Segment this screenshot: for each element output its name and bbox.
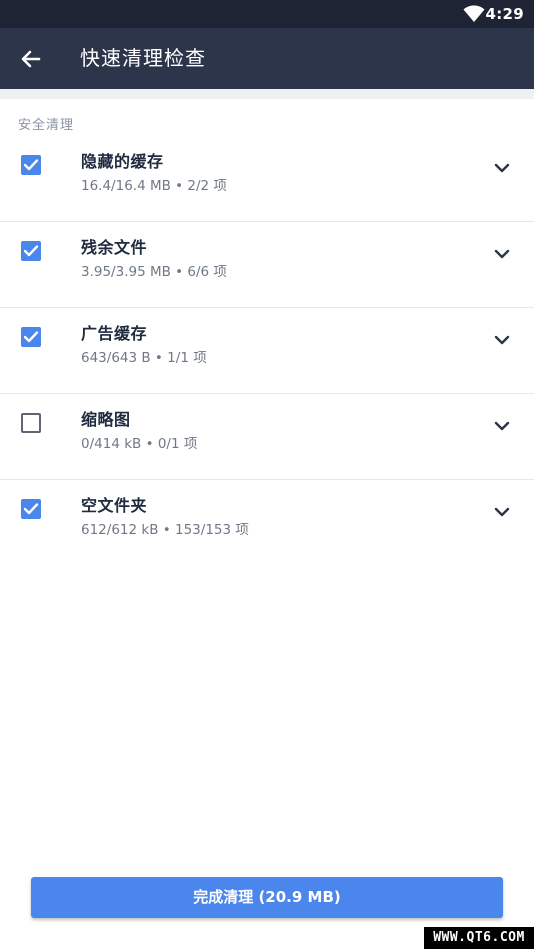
chevron-down-icon[interactable] [494,506,510,518]
list-item-empty-folders[interactable]: 空文件夹 612/612 kB • 153/153 项 [0,480,534,566]
wifi-icon [463,5,485,22]
check-icon [23,503,39,515]
item-detail: 612/612 kB • 153/153 项 [81,522,249,538]
item-name: 缩略图 [81,410,131,429]
checkbox-checked[interactable] [21,327,41,347]
section-divider [0,89,534,99]
list-item-thumbnails[interactable]: 缩略图 0/414 kB • 0/1 项 [0,394,534,480]
item-detail: 643/643 B • 1/1 项 [81,350,207,366]
section-header: 安全清理 [18,118,75,133]
checkbox-checked[interactable] [21,241,41,261]
status-bar: 4:29 [0,0,534,28]
check-icon [23,245,39,257]
watermark: WWW.QT6.COM [424,927,534,949]
status-time: 4:29 [485,5,524,23]
item-detail: 0/414 kB • 0/1 项 [81,436,198,452]
item-detail: 3.95/3.95 MB • 6/6 项 [81,264,227,280]
check-icon [23,331,39,343]
list-item-ad-cache[interactable]: 广告缓存 643/643 B • 1/1 项 [0,308,534,394]
item-name: 空文件夹 [81,496,148,515]
chevron-down-icon[interactable] [494,162,510,174]
arrow-left-icon[interactable] [18,46,44,72]
checkbox-checked[interactable] [21,499,41,519]
checkbox-unchecked[interactable] [21,413,41,433]
chevron-down-icon[interactable] [494,248,510,260]
chevron-down-icon[interactable] [494,334,510,346]
checkbox-checked[interactable] [21,155,41,175]
item-name: 隐藏的缓存 [81,152,164,171]
chevron-down-icon[interactable] [494,420,510,432]
finish-clean-button[interactable]: 完成清理 (20.9 MB) [31,877,503,918]
list-item-hidden-cache[interactable]: 隐藏的缓存 16.4/16.4 MB • 2/2 项 [0,136,534,222]
page-title: 快速清理检查 [80,46,206,70]
item-detail: 16.4/16.4 MB • 2/2 项 [81,178,227,194]
check-icon [23,159,39,171]
item-name: 残余文件 [81,238,148,257]
item-name: 广告缓存 [81,324,148,343]
app-bar: 快速清理检查 [0,28,534,89]
list-item-residual-files[interactable]: 残余文件 3.95/3.95 MB • 6/6 项 [0,222,534,308]
